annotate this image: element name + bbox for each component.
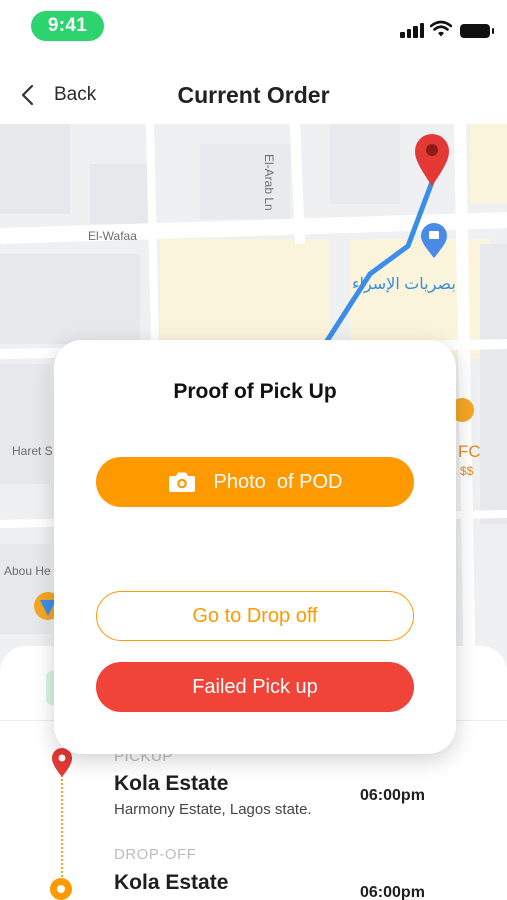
failed-pickup-button[interactable]: Failed Pick up	[96, 662, 414, 712]
route-timeline	[61, 768, 63, 888]
pickup-time: 06:00pm	[360, 787, 425, 804]
pickup-address: Harmony Estate, Lagos state.	[114, 801, 312, 818]
map-label-wafaa: El-Wafaa	[88, 229, 137, 243]
page-title: Current Order	[177, 82, 330, 108]
proof-of-pickup-modal: Proof of Pick Up Photo of POD Go to Drop…	[54, 340, 456, 754]
map-label-arabic-place: بصريات الإسراء	[352, 276, 456, 293]
camera-icon	[168, 472, 195, 492]
go-to-drop-off-button[interactable]: Go to Drop off	[96, 591, 414, 641]
dropoff-pin-icon	[50, 878, 72, 900]
modal-title: Proof of Pick Up	[173, 380, 337, 403]
cellular-signal-icon	[400, 22, 426, 38]
status-bar: 9:41	[0, 0, 507, 52]
status-time: 9:41	[31, 11, 104, 41]
dropoff-time: 06:00pm	[360, 884, 425, 900]
wifi-icon	[430, 20, 452, 37]
app-header: Back Current Order	[0, 52, 507, 124]
photo-pod-button[interactable]: Photo of POD	[96, 457, 414, 507]
destination-pin-icon	[415, 134, 449, 186]
map-label-street: El-Arab Ln	[262, 154, 276, 211]
map-label-price: $$	[460, 464, 474, 478]
dropoff-name: Kola Estate	[114, 871, 229, 894]
pickup-name: Kola Estate	[114, 772, 229, 795]
map-label-abou: Abou He	[4, 564, 51, 578]
map-label-haret: Haret S	[12, 444, 53, 458]
battery-icon	[460, 24, 494, 38]
pickup-pin-icon	[52, 748, 72, 777]
dropoff-tag: DROP-OFF	[114, 846, 197, 863]
map-label-kfc: FC	[458, 442, 481, 461]
photo-pod-label: Photo of POD	[213, 470, 343, 493]
